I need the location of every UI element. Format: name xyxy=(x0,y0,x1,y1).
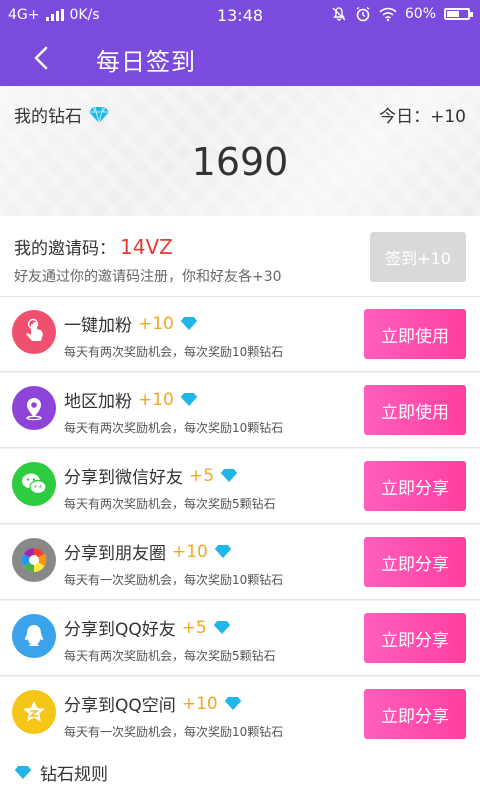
qzone-icon xyxy=(12,690,56,734)
moments-icon xyxy=(12,538,56,582)
task-name: 分享到朋友圈 +10 xyxy=(64,539,232,564)
task-title: 分享到QQ空间 xyxy=(64,696,176,716)
share-now-button[interactable]: 立即分享 xyxy=(364,461,466,511)
task-bonus: +5 xyxy=(181,617,207,638)
task-description: 每天有一次奖励机会，每次奖励10颗钻石 xyxy=(64,573,284,587)
touch-icon xyxy=(12,310,56,354)
back-arrow-icon[interactable] xyxy=(28,44,56,72)
task-bonus: +10 xyxy=(181,693,218,714)
task-name: 分享到微信好友 +5 xyxy=(64,463,238,488)
task-description: 每天有两次奖励机会，每次奖励10颗钻石 xyxy=(64,421,284,435)
invite-hint: 好友通过你的邀请码注册，你和好友各+30 xyxy=(14,269,282,285)
share-now-button[interactable]: 立即分享 xyxy=(364,537,466,587)
diamond-icon xyxy=(214,544,232,559)
task-name: 一键加粉 +10 xyxy=(64,311,198,336)
use-now-button[interactable]: 立即使用 xyxy=(364,309,466,359)
task-bonus: +10 xyxy=(172,541,208,562)
task-row: 地区加粉 +10 每天有两次奖励机会，每次奖励10颗钻石 立即使用 xyxy=(0,373,480,448)
alarm-icon xyxy=(356,6,370,22)
task-row: 分享到QQ好友 +5 每天有两次奖励机会，每次奖励5颗钻石 立即分享 xyxy=(0,601,480,676)
invite-section: 我的邀请码： 14VZ 好友通过你的邀请码注册，你和好友各+30 签到+10 xyxy=(0,216,480,297)
invite-code-label: 我的邀请码： xyxy=(14,239,116,259)
diamond-rules-row[interactable]: 钻石规则 xyxy=(0,746,480,800)
my-diamonds-label: 我的钻石 xyxy=(14,107,82,127)
task-description: 每天有一次奖励机会，每次奖励10颗钻石 xyxy=(64,725,284,739)
share-now-button[interactable]: 立即分享 xyxy=(364,613,466,663)
diamond-rules: 钻石规则 xyxy=(14,760,108,785)
task-name: 分享到QQ好友 +5 xyxy=(64,615,231,640)
use-now-button[interactable]: 立即使用 xyxy=(364,385,466,435)
qq-icon xyxy=(12,614,56,658)
task-description: 每天有两次奖励机会，每次奖励5颗钻石 xyxy=(64,649,276,663)
task-title: 分享到朋友圈 xyxy=(64,544,166,564)
my-diamonds: 我的钻石 xyxy=(14,102,110,127)
location-icon xyxy=(12,386,56,430)
status-right: 60% xyxy=(331,6,473,22)
task-bonus: +10 xyxy=(138,313,174,334)
invite-code-line: 我的邀请码： 14VZ xyxy=(14,234,173,259)
mute-icon xyxy=(332,7,346,21)
task-name: 地区加粉 +10 xyxy=(64,387,198,412)
task-title: 分享到QQ好友 xyxy=(64,620,176,640)
wifi-icon xyxy=(379,7,397,22)
status-bar: 4G+ 0K/s 13:48 60% xyxy=(0,0,480,30)
diamond-icon xyxy=(180,316,198,331)
diamond-icon xyxy=(224,696,241,711)
task-name: 分享到QQ空间 +10 xyxy=(64,691,242,716)
task-description: 每天有两次奖励机会，每次奖励5颗钻石 xyxy=(64,497,276,511)
diamond-icon xyxy=(14,765,32,780)
task-bonus: +10 xyxy=(138,389,174,410)
page-title: 每日签到 xyxy=(96,48,196,76)
wechat-icon xyxy=(12,462,56,506)
task-title: 分享到微信好友 xyxy=(64,468,183,488)
diamond-count: 1690 xyxy=(191,140,289,184)
task-bonus: +5 xyxy=(189,465,215,486)
diamond-rules-label: 钻石规则 xyxy=(40,765,108,785)
share-now-button[interactable]: 立即分享 xyxy=(364,689,466,739)
diamond-icon xyxy=(220,468,238,483)
invite-code: 14VZ xyxy=(120,235,173,259)
task-list: 一键加粉 +10 每天有两次奖励机会，每次奖励10颗钻石 立即使用 地区加粉 +… xyxy=(0,297,480,753)
task-row: 一键加粉 +10 每天有两次奖励机会，每次奖励10颗钻石 立即使用 xyxy=(0,297,480,372)
task-title: 地区加粉 xyxy=(64,392,132,412)
task-row: 分享到朋友圈 +10 每天有一次奖励机会，每次奖励10颗钻石 立即分享 xyxy=(0,525,480,600)
battery-percent: 60% xyxy=(404,6,436,22)
diamond-icon xyxy=(213,620,231,635)
battery-icon xyxy=(444,8,473,20)
task-title: 一键加粉 xyxy=(64,316,132,336)
diamond-summary-card: 我的钻石 今日：+10 1690 xyxy=(0,86,480,216)
task-row: 分享到QQ空间 +10 每天有一次奖励机会，每次奖励10颗钻石 立即分享 xyxy=(0,677,480,752)
diamond-icon xyxy=(180,392,198,407)
task-description: 每天有两次奖励机会，每次奖励10颗钻石 xyxy=(64,345,284,359)
app-header: 每日签到 xyxy=(0,30,480,86)
diamond-icon xyxy=(89,106,109,123)
sign-in-button[interactable]: 签到+10 xyxy=(370,232,466,282)
today-diamonds: 今日：+10 xyxy=(379,107,466,127)
task-row: 分享到微信好友 +5 每天有两次奖励机会，每次奖励5颗钻石 立即分享 xyxy=(0,449,480,524)
